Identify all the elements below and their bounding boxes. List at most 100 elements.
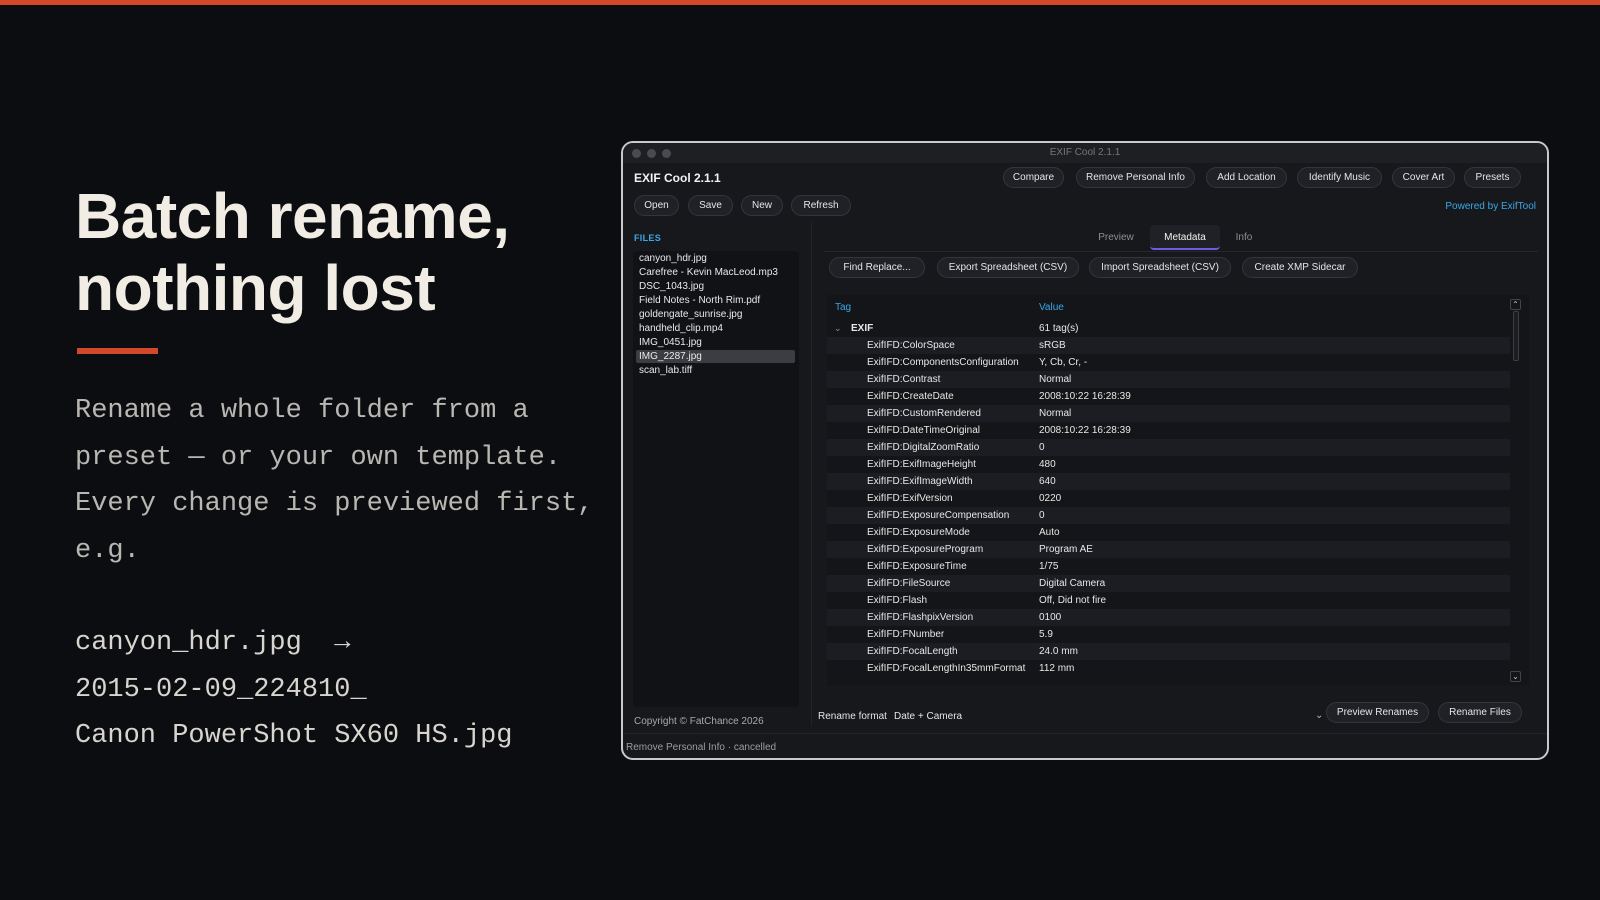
table-row[interactable]: ExifIFD:FocalLength 24.0 mm [827, 643, 1510, 660]
tab-info[interactable]: Info [1223, 225, 1265, 250]
table-row[interactable]: ExifIFD:ColorSpace sRGB [827, 337, 1510, 354]
export-csv-button[interactable]: Export Spreadsheet (CSV) [937, 257, 1079, 278]
file-item[interactable]: goldengate_sunrise.jpg [636, 308, 795, 321]
table-row[interactable]: ExifIFD:DigitalZoomRatio 0 [827, 439, 1510, 456]
file-item[interactable]: Carefree - Kevin MacLeod.mp3 [636, 266, 795, 279]
row-value: Off, Did not fire [1039, 595, 1107, 606]
scrollbar-thumb[interactable] [1513, 311, 1519, 361]
preview-renames-button[interactable]: Preview Renames [1326, 702, 1429, 723]
row-value: 112 mm [1039, 663, 1075, 674]
row-value: 480 [1039, 459, 1056, 470]
rename-format-select[interactable]: Date + Camera [894, 711, 962, 722]
table-row[interactable]: ExifIFD:ExifImageHeight 480 [827, 456, 1510, 473]
identify-music-button[interactable]: Identify Music [1297, 167, 1382, 188]
tab-metadata[interactable]: Metadata [1150, 225, 1220, 250]
rename-files-button[interactable]: Rename Files [1438, 702, 1522, 723]
refresh-button[interactable]: Refresh [791, 195, 851, 216]
table-row[interactable]: ExifIFD:Flash Off, Did not fire [827, 592, 1510, 609]
compare-button[interactable]: Compare [1003, 167, 1064, 188]
row-value: Y, Cb, Cr, - [1039, 357, 1088, 368]
row-value: Normal [1039, 374, 1072, 385]
table-row[interactable]: ExifIFD:FlashpixVersion 0100 [827, 609, 1510, 626]
file-item[interactable]: DSC_1043.jpg [636, 280, 795, 293]
powered-by-link[interactable]: Powered by ExifTool [1445, 201, 1536, 212]
row-value: 0 [1039, 442, 1045, 453]
file-item[interactable]: scan_lab.tiff [636, 364, 795, 377]
table-row[interactable]: ExifIFD:FocalLengthIn35mmFormat 112 mm [827, 660, 1510, 677]
title-bar: EXIF Cool 2.1.1 [623, 143, 1547, 163]
row-value: 5.9 [1039, 629, 1053, 640]
window-title: EXIF Cool 2.1.1 [1049, 147, 1121, 158]
row-tag: ExifIFD:ExifVersion [867, 493, 953, 504]
table-scrollbar[interactable]: ⌃ ⌄ [1510, 299, 1521, 682]
row-value: Digital Camera [1039, 578, 1106, 589]
find-replace-button[interactable]: Find Replace... [829, 257, 925, 278]
row-tag: ExifIFD:FNumber [867, 629, 945, 640]
table-row[interactable]: ExifIFD:ComponentsConfiguration Y, Cb, Cr… [827, 354, 1510, 371]
row-tag: ExifIFD:FocalLengthIn35mmFormat [867, 663, 1026, 674]
table-group-row[interactable]: ⌄ EXIF 61 tag(s) [827, 320, 1510, 337]
metadata-table[interactable]: Tag Value ⌄ EXIF 61 tag(s) ExifIFD:Color… [827, 295, 1529, 686]
group-count: 61 tag(s) [1039, 323, 1079, 334]
table-row[interactable]: ExifIFD:ExposureMode Auto [827, 524, 1510, 541]
create-xmp-sidecar-button[interactable]: Create XMP Sidecar [1242, 257, 1358, 278]
file-list[interactable]: canyon_hdr.jpg Carefree - Kevin MacLeod.… [633, 251, 799, 707]
file-item[interactable]: IMG_0451.jpg [636, 336, 795, 349]
import-csv-button[interactable]: Import Spreadsheet (CSV) [1089, 257, 1231, 278]
save-button[interactable]: Save [688, 195, 733, 216]
status-bar-text: Remove Personal Info · cancelled [626, 742, 777, 753]
table-row[interactable]: ExifIFD:DateTimeOriginal 2008:10:22 16:28… [827, 422, 1510, 439]
remove-personal-info-button[interactable]: Remove Personal Info [1076, 167, 1195, 188]
row-tag: ExifIFD:DigitalZoomRatio [867, 442, 980, 453]
table-row[interactable]: ExifIFD:Contrast Normal [827, 371, 1510, 388]
table-row[interactable]: ExifIFD:ExposureProgram Program AE [827, 541, 1510, 558]
add-location-button[interactable]: Add Location [1206, 167, 1287, 188]
table-row[interactable]: ExifIFD:CustomRendered Normal [827, 405, 1510, 422]
group-tag: EXIF [851, 323, 874, 334]
table-row[interactable]: ExifIFD:ExifImageWidth 640 [827, 473, 1510, 490]
chevron-down-icon[interactable]: ⌄ [1315, 710, 1323, 721]
column-header-tag[interactable]: Tag [835, 299, 851, 316]
new-button[interactable]: New [741, 195, 783, 216]
row-tag: ExifIFD:ColorSpace [867, 340, 955, 351]
status-divider [623, 733, 1547, 734]
row-value: Normal [1039, 408, 1072, 419]
column-header-value[interactable]: Value [1039, 299, 1064, 316]
row-tag: ExifIFD:ExposureProgram [867, 544, 984, 555]
row-tag: ExifIFD:FileSource [867, 578, 951, 589]
cover-art-button[interactable]: Cover Art [1392, 167, 1455, 188]
table-row[interactable]: ExifIFD:ExposureTime 1/75 [827, 558, 1510, 575]
row-tag: ExifIFD:FocalLength [867, 646, 958, 657]
row-value: 24.0 mm [1039, 646, 1078, 657]
row-value: Program AE [1039, 544, 1093, 555]
row-tag: ExifIFD:ExifImageWidth [867, 476, 973, 487]
scroll-down-icon[interactable]: ⌄ [1510, 671, 1521, 682]
row-value: 2008:10:22 16:28:39 [1039, 391, 1131, 402]
table-row[interactable]: ExifIFD:ExifVersion 0220 [827, 490, 1510, 507]
app-window: EXIF Cool 2.1.1 EXIF Cool 2.1.1 Compare … [621, 141, 1549, 760]
row-value: 640 [1039, 476, 1056, 487]
open-button[interactable]: Open [634, 195, 679, 216]
row-tag: ExifIFD:ComponentsConfiguration [867, 357, 1019, 368]
table-row[interactable]: ExifIFD:CreateDate 2008:10:22 16:28:39 [827, 388, 1510, 405]
row-tag: ExifIFD:ExposureMode [867, 527, 970, 538]
file-item[interactable]: handheld_clip.mp4 [636, 322, 795, 335]
row-tag: ExifIFD:Flash [867, 595, 928, 606]
scroll-up-icon[interactable]: ⌃ [1510, 299, 1521, 310]
row-tag: ExifIFD:ExposureCompensation [867, 510, 1010, 521]
presets-button[interactable]: Presets [1464, 167, 1521, 188]
app-name: EXIF Cool 2.1.1 [634, 171, 721, 185]
tab-preview[interactable]: Preview [1086, 225, 1146, 250]
rename-example: canyon_hdr.jpg → 2015-02-09_224810_ Cano… [75, 620, 512, 760]
file-item-selected[interactable]: IMG_2287.jpg [636, 350, 795, 363]
file-item[interactable]: canyon_hdr.jpg [636, 252, 795, 265]
table-row[interactable]: ExifIFD:ExposureCompensation 0 [827, 507, 1510, 524]
file-item[interactable]: Field Notes - North Rim.pdf [636, 294, 795, 307]
accent-top-bar [0, 0, 1600, 5]
table-row[interactable]: ExifIFD:FileSource Digital Camera [827, 575, 1510, 592]
row-tag: ExifIFD:ExposureTime [867, 561, 967, 572]
table-row[interactable]: ExifIFD:FNumber 5.9 [827, 626, 1510, 643]
slide-description: Rename a whole folder from a preset — or… [75, 396, 594, 566]
chevron-down-icon[interactable]: ⌄ [834, 320, 842, 337]
copyright-text: Copyright © FatChance 2026 [634, 716, 764, 727]
